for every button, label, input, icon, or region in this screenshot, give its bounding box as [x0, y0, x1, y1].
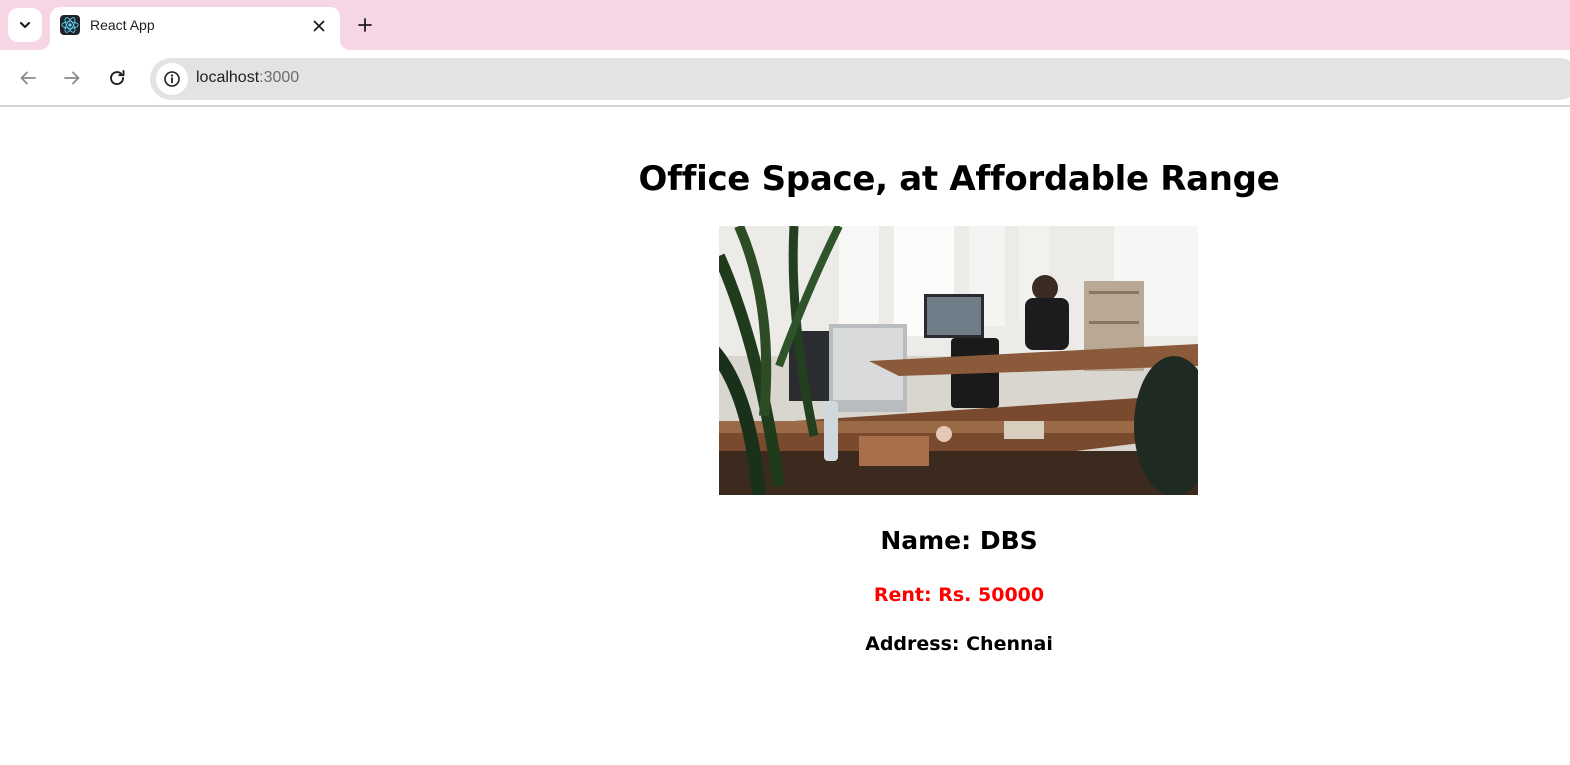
tab-search-button[interactable]: [8, 8, 42, 42]
page-title: Office Space, at Affordable Range: [638, 159, 1280, 199]
chevron-down-icon: [19, 21, 31, 29]
close-icon: [313, 20, 325, 32]
arrow-right-icon: [64, 71, 80, 85]
url-text: localhost:3000: [196, 69, 299, 87]
browser-tabstrip: React App: [0, 0, 1570, 50]
react-logo-icon: [60, 15, 80, 35]
site-info-button[interactable]: [156, 63, 188, 95]
browser-toolbar: localhost:3000: [0, 50, 1570, 107]
address-bar[interactable]: localhost:3000: [150, 58, 1570, 100]
reload-icon: [110, 70, 125, 86]
url-host: localhost: [196, 69, 260, 86]
office-workspace-photo: [719, 226, 1198, 495]
office-rent: Rent: Rs. 50000: [873, 584, 1045, 606]
page-content: Office Space, at Affordable Range Name: …: [0, 109, 1570, 765]
forward-button[interactable]: [56, 62, 88, 94]
arrow-left-icon: [20, 71, 36, 85]
tab-title: React App: [90, 17, 155, 33]
office-address: Address: Chennai: [865, 633, 1053, 655]
new-tab-button[interactable]: [352, 12, 378, 38]
office-name: Name: DBS: [880, 526, 1038, 555]
url-port: :3000: [259, 69, 300, 86]
back-button[interactable]: [12, 62, 44, 94]
plus-icon: [358, 18, 372, 32]
reload-button[interactable]: [101, 62, 133, 94]
tab-close-button[interactable]: [308, 15, 330, 37]
browser-tab-active[interactable]: React App: [50, 7, 340, 50]
info-icon: [164, 71, 180, 87]
